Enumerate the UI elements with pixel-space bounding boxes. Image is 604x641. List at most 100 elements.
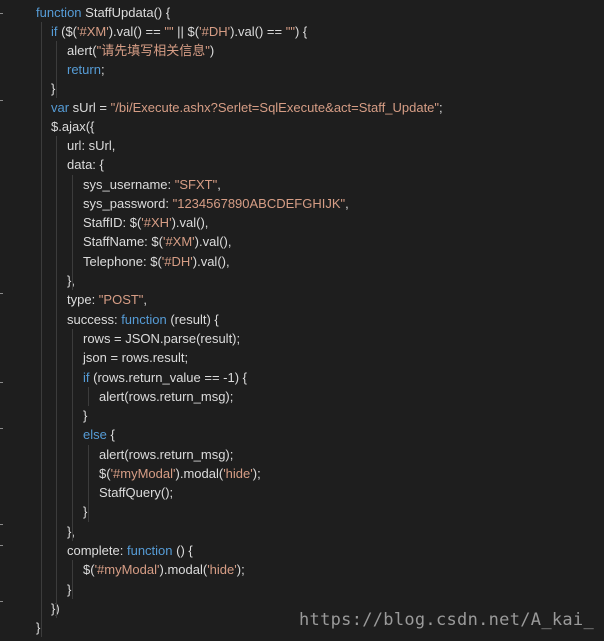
code-text: alert(rows.return_msg); — [99, 447, 234, 462]
code-text: alert(rows.return_msg); — [99, 389, 234, 404]
code-text: }, — [67, 524, 75, 539]
code-line[interactable]: $('#myModal').modal('hide'); — [99, 464, 261, 483]
code-text: sUrl = — [69, 100, 111, 115]
code-line[interactable]: success: function (result) { — [67, 310, 219, 329]
code-text: (rows.return_value == -1) { — [89, 370, 248, 385]
code-string: "/bi/Execute.ashx?Serlet=SqlExecute&act=… — [110, 100, 440, 115]
indent-guide — [72, 329, 73, 541]
code-text: } — [83, 408, 88, 423]
code-keyword: function — [121, 312, 167, 327]
code-string: '#DH' — [161, 254, 193, 269]
code-text: } — [67, 582, 72, 597]
code-keyword: return — [67, 62, 101, 77]
code-line[interactable]: type: "POST", — [67, 290, 147, 309]
code-text: ).val(), — [194, 234, 232, 249]
code-text: ).val(), — [171, 215, 209, 230]
code-text: url: sUrl, — [67, 138, 116, 153]
code-string: "" — [285, 24, 295, 39]
code-line[interactable]: return; — [67, 60, 105, 79]
code-text: StaffUpdata() { — [81, 5, 171, 20]
code-text: } — [83, 504, 88, 519]
code-text: ).val(), — [192, 254, 230, 269]
code-line[interactable]: url: sUrl, — [67, 136, 115, 155]
indent-guide — [72, 175, 73, 290]
code-line[interactable]: } — [51, 79, 55, 98]
code-keyword: else — [83, 427, 107, 442]
code-line[interactable]: rows = JSON.parse(result); — [83, 329, 240, 348]
blog-watermark: https://blog.csdn.net/A_kai_ — [299, 610, 594, 630]
code-text: data: { — [67, 157, 104, 172]
code-line[interactable]: StaffName: $('#XM').val(), — [83, 232, 232, 251]
code-text: StaffID: $( — [83, 215, 142, 230]
code-keyword: var — [51, 100, 70, 115]
code-text: ; — [439, 100, 443, 115]
code-text: } — [36, 620, 41, 635]
code-string: "SFXT" — [174, 177, 218, 192]
code-text: ); — [236, 562, 245, 577]
code-line[interactable]: Telephone: $('#DH').val(), — [83, 252, 230, 271]
code-line[interactable]: } — [67, 580, 71, 599]
code-string: "POST" — [98, 292, 144, 307]
code-string: "1234567890ABCDEFGHIJK" — [172, 196, 346, 211]
code-line[interactable]: if ($('#XM').val() == "" || $('#DH').val… — [51, 22, 307, 41]
code-text: || $( — [173, 24, 200, 39]
code-string: "请先填写相关信息" — [96, 43, 210, 58]
code-text: success: — [67, 312, 122, 327]
indent-guide — [56, 41, 57, 98]
code-line[interactable]: }, — [67, 271, 75, 290]
code-text: StaffName: $( — [83, 234, 163, 249]
code-text: (result) { — [166, 312, 219, 327]
code-string: 'hide' — [223, 466, 253, 481]
code-line[interactable]: function StaffUpdata() { — [36, 3, 170, 22]
code-string: "" — [164, 24, 174, 39]
code-string: '#XM' — [77, 24, 109, 39]
code-text: , — [345, 196, 349, 211]
code-text: alert( — [67, 43, 97, 58]
code-line[interactable]: else { — [83, 425, 115, 444]
code-text: ($( — [57, 24, 77, 39]
code-line[interactable]: } — [36, 618, 40, 637]
code-line[interactable]: StaffID: $('#XH').val(), — [83, 213, 208, 232]
code-line[interactable]: complete: function () { — [67, 541, 193, 560]
code-line[interactable]: var sUrl = "/bi/Execute.ashx?Serlet=SqlE… — [51, 98, 443, 117]
code-line[interactable]: }, — [67, 522, 75, 541]
code-text: ).val() == — [230, 24, 286, 39]
code-line[interactable]: $('#myModal').modal('hide'); — [83, 560, 245, 579]
code-text: sys_username: — [83, 177, 175, 192]
code-line[interactable]: alert("请先填写相关信息") — [67, 41, 214, 60]
code-text: StaffQuery(); — [99, 485, 174, 500]
code-text: } — [51, 81, 56, 96]
code-text: ).modal( — [159, 562, 208, 577]
code-text: ); — [252, 466, 261, 481]
code-line[interactable]: } — [83, 502, 87, 521]
code-line[interactable]: sys_username: "SFXT", — [83, 175, 221, 194]
code-editor[interactable]: function StaffUpdata() {if ($('#XM').val… — [0, 0, 604, 641]
code-line[interactable]: StaffQuery(); — [99, 483, 173, 502]
code-text: $.ajax({ — [51, 119, 95, 134]
code-text: }, — [67, 273, 75, 288]
code-text: ) { — [294, 24, 308, 39]
indent-guide — [56, 136, 57, 618]
code-string: 'hide' — [207, 562, 237, 577]
code-line[interactable]: json = rows.result; — [83, 348, 188, 367]
code-string: '#XH' — [141, 215, 172, 230]
code-line[interactable]: sys_password: "1234567890ABCDEFGHIJK", — [83, 194, 349, 213]
code-text: Telephone: $( — [83, 254, 162, 269]
code-text: sys_password: — [83, 196, 173, 211]
code-string: '#XM' — [162, 234, 195, 249]
code-keyword: function — [36, 5, 82, 20]
code-line[interactable]: $.ajax({ — [51, 117, 94, 136]
indent-guide — [88, 387, 89, 406]
code-text: type: — [67, 292, 99, 307]
code-text: complete: — [67, 543, 127, 558]
code-line[interactable]: if (rows.return_value == -1) { — [83, 368, 247, 387]
code-line[interactable]: alert(rows.return_msg); — [99, 387, 233, 406]
indent-guide — [88, 445, 89, 522]
indent-guide — [41, 22, 42, 637]
code-line[interactable]: alert(rows.return_msg); — [99, 445, 233, 464]
code-text: ; — [100, 62, 105, 77]
code-keyword: function — [126, 543, 173, 558]
code-line[interactable]: data: { — [67, 155, 104, 174]
code-line[interactable]: } — [83, 406, 87, 425]
code-text: ) — [209, 43, 215, 58]
